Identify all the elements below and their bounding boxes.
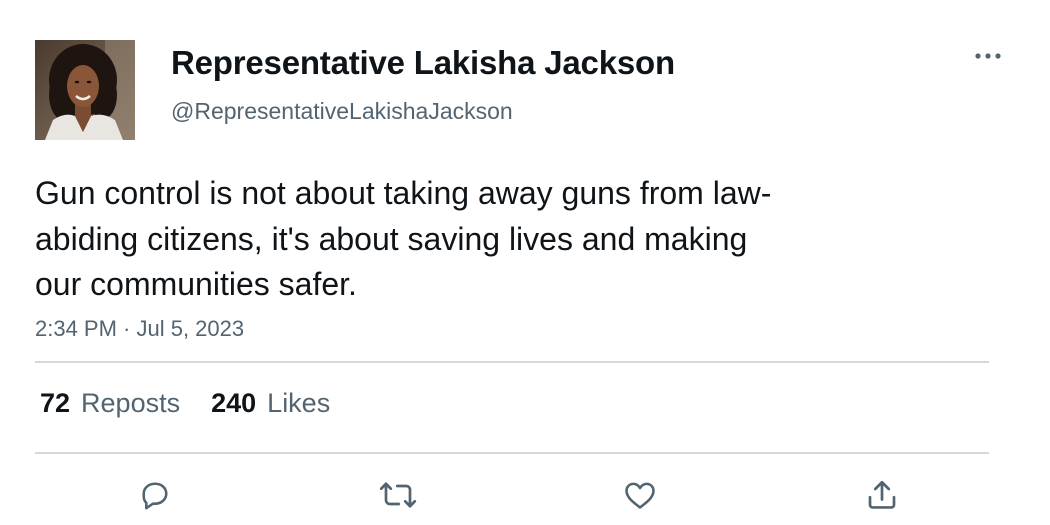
tweet-text-line: our communities safer. [35, 266, 357, 302]
tweet-timestamp[interactable]: 2:34 PM · Jul 5, 2023 [35, 316, 244, 342]
divider [35, 361, 989, 363]
reply-button[interactable] [134, 474, 176, 516]
author-handle[interactable]: @RepresentativeLakishaJackson [171, 98, 513, 125]
repost-icon [379, 482, 417, 508]
avatar[interactable] [35, 40, 135, 140]
tweet-text: Gun control is not about taking away gun… [35, 171, 895, 308]
divider [35, 452, 989, 454]
more-icon[interactable] [972, 45, 1004, 67]
author-name[interactable]: Representative Lakisha Jackson [171, 44, 675, 82]
reposts-stat[interactable]: 72 Reposts [40, 388, 180, 419]
reposts-count: 72 [40, 388, 71, 418]
likes-label: Likes [267, 388, 331, 418]
likes-stat[interactable]: 240 Likes [211, 388, 330, 419]
tweet-text-line: abiding citizens, it's about saving live… [35, 220, 748, 257]
share-button[interactable] [861, 474, 903, 516]
reply-icon [142, 482, 168, 510]
like-icon [625, 482, 655, 509]
profile-photo-icon [35, 40, 135, 140]
tweet-card: Representative Lakisha Jackson @Represen… [0, 0, 1050, 525]
tweet-text-line: Gun control is not about taking away gun… [35, 175, 772, 211]
repost-button[interactable] [377, 474, 419, 516]
likes-count: 240 [211, 388, 257, 418]
like-button[interactable] [619, 474, 661, 516]
share-icon [868, 480, 896, 509]
reposts-label: Reposts [81, 388, 181, 418]
engagement-stats: 72 Reposts 240 Likes [40, 388, 361, 419]
